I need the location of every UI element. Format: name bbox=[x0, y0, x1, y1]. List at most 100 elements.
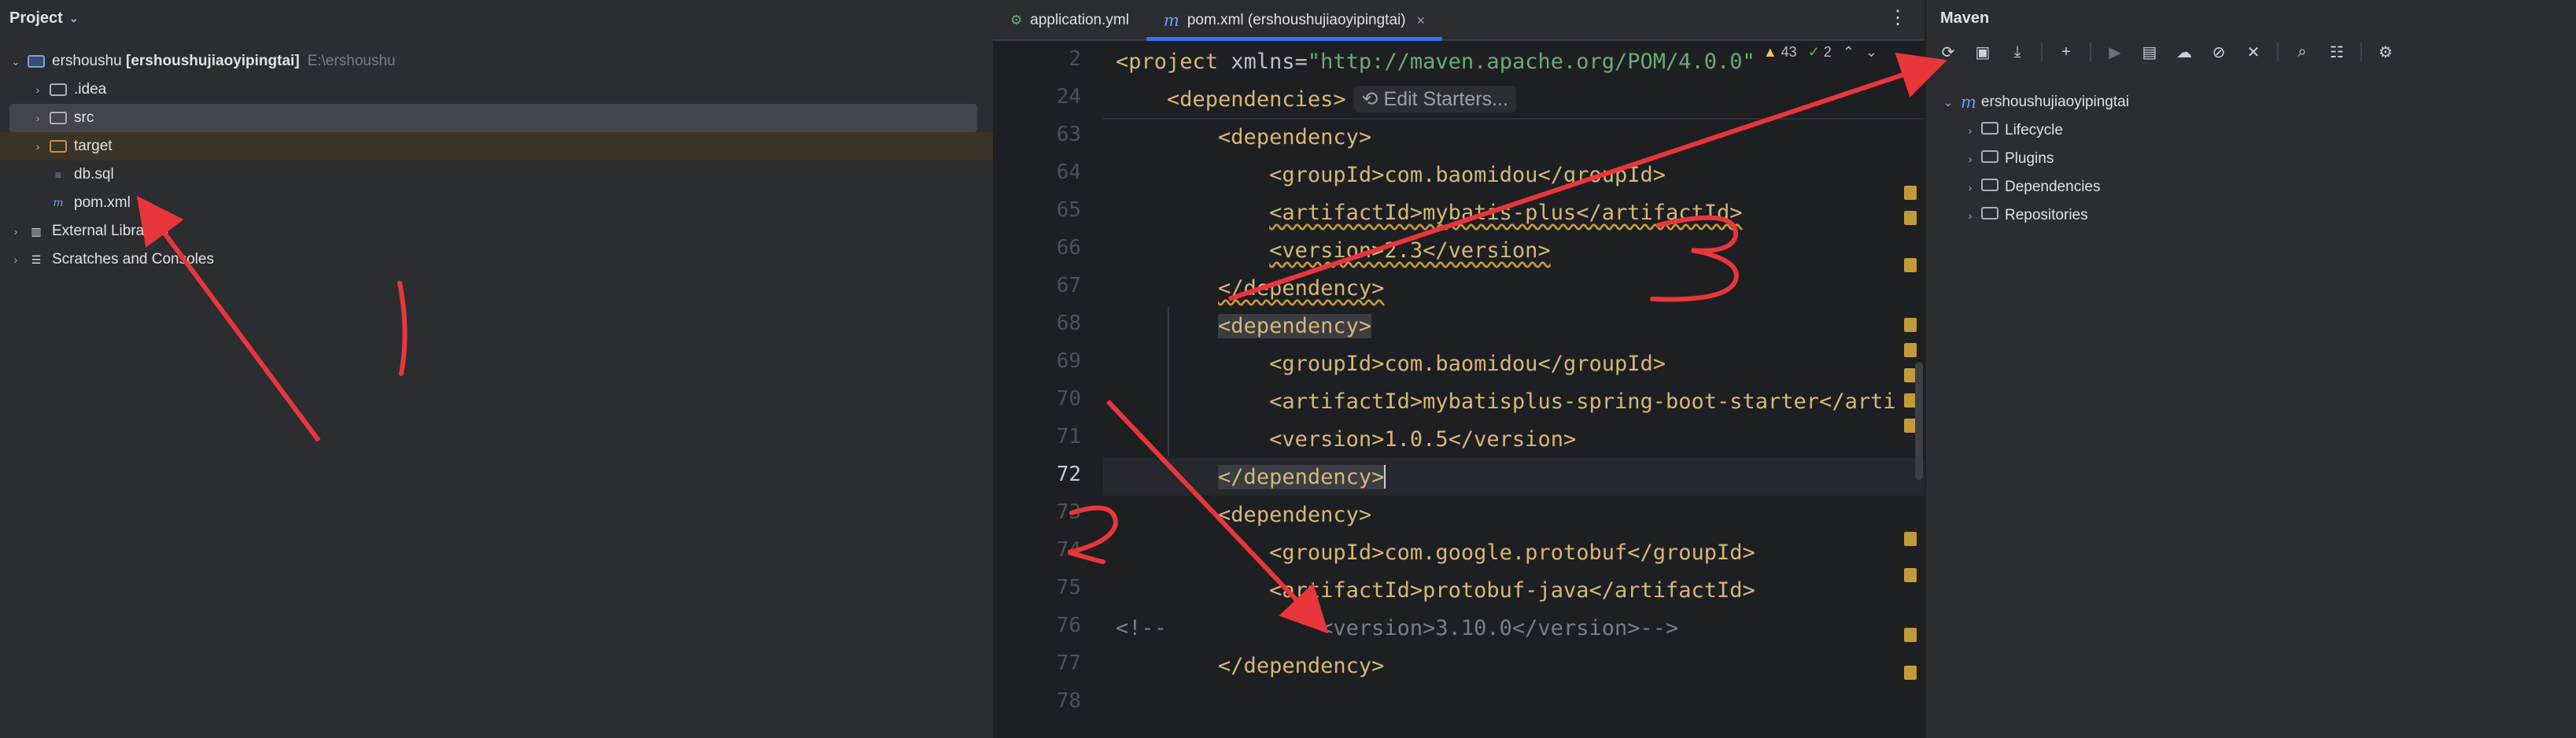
code-text: <dependency> bbox=[1218, 313, 1372, 338]
code-tag: <project bbox=[1116, 49, 1231, 74]
project-panel: Project ⌄ ⌄ ershoushu [ershoushujiaoyipi… bbox=[0, 0, 995, 738]
code-line-71[interactable]: <version>1.0.5</version> bbox=[1116, 420, 1925, 458]
code-line-63[interactable]: <dependency> bbox=[1116, 118, 1925, 156]
maven-project-icon: m bbox=[1961, 93, 1976, 112]
execute-goal-icon[interactable]: ▤ bbox=[2134, 39, 2165, 65]
warning-marker[interactable] bbox=[1904, 532, 1917, 546]
code-line-65[interactable]: <artifactId>mybatis-plus</artifactId> bbox=[1116, 194, 1925, 231]
code-text: <groupId>com.baomidou</groupId> bbox=[1269, 351, 1666, 376]
more-options-icon[interactable]: ⋮ bbox=[1888, 6, 1907, 29]
line-number: 67 bbox=[1056, 274, 1081, 297]
run-icon[interactable]: ▶ bbox=[2099, 39, 2131, 65]
tree-item-src[interactable]: › src bbox=[9, 104, 977, 132]
warning-marker[interactable] bbox=[1904, 568, 1917, 582]
maven-panel: Maven ⟳ ▣ ⤓ + ▶ ▤ ☁ ⊘ ✕ ⌕ ☷ ⚙ ⌄ m ershou… bbox=[1925, 0, 2576, 738]
maven-lifecycle[interactable]: › Lifecycle bbox=[1962, 116, 2576, 145]
tab-pom-xml[interactable]: m pom.xml (ershoushujiaoyipingtai) × bbox=[1146, 2, 1443, 41]
tree-root[interactable]: ⌄ ershoushu [ershoushujiaoyipingtai] E:\… bbox=[8, 47, 993, 76]
code-line-69[interactable]: <groupId>com.baomidou</groupId> bbox=[1116, 345, 1925, 382]
project-panel-header[interactable]: Project ⌄ bbox=[0, 0, 993, 36]
chevron-right-icon[interactable]: › bbox=[30, 140, 46, 153]
code-line-64[interactable]: <groupId>com.baomidou</groupId> bbox=[1116, 156, 1925, 194]
maven-panel-header: Maven bbox=[1926, 0, 2576, 36]
folder-icon bbox=[1981, 207, 1998, 224]
code-line-75[interactable]: <artifactId>protobuf-java</artifactId> bbox=[1116, 571, 1925, 609]
maven-panel-title: Maven bbox=[1940, 9, 1990, 27]
chevron-up-icon[interactable]: ⌃ bbox=[1843, 44, 1854, 61]
close-icon[interactable]: × bbox=[1417, 13, 1426, 29]
code-line-76[interactable]: <!-- <version>3.10.0</version>--> bbox=[1116, 609, 1925, 647]
code-text: </dependency> bbox=[1218, 464, 1385, 489]
tab-application-yml[interactable]: ⚙ application.yml bbox=[993, 2, 1146, 39]
tree-item-label: target bbox=[74, 138, 113, 154]
code-line-72[interactable]: </dependency> bbox=[1103, 458, 1925, 496]
chevron-right-icon[interactable]: › bbox=[1962, 181, 1978, 194]
chevron-right-icon[interactable]: › bbox=[30, 83, 46, 96]
chevron-down-icon[interactable]: ⌄ bbox=[8, 55, 24, 68]
maven-repositories[interactable]: › Repositories bbox=[1962, 201, 2576, 230]
code-line-77[interactable]: </dependency> bbox=[1116, 647, 1925, 684]
offline-mode-icon[interactable]: ☁ bbox=[2168, 39, 2200, 65]
maven-plugins[interactable]: › Plugins bbox=[1962, 145, 2576, 173]
generate-sources-icon[interactable]: ▣ bbox=[1967, 39, 1998, 65]
chevron-right-icon[interactable]: › bbox=[8, 225, 24, 238]
code-line-67[interactable]: </dependency> bbox=[1116, 269, 1925, 307]
tree-item-db-sql[interactable]: ≡ db.sql bbox=[46, 161, 993, 189]
add-icon[interactable]: + bbox=[2050, 39, 2082, 65]
reload-icon[interactable]: ⟳ bbox=[1932, 39, 1964, 65]
warning-marker[interactable] bbox=[1904, 666, 1917, 680]
code-line-70[interactable]: <artifactId>mybatisplus-spring-boot-star… bbox=[1116, 382, 1925, 420]
chevron-down-icon[interactable]: ⌄ bbox=[69, 12, 79, 25]
chevron-right-icon[interactable]: › bbox=[8, 253, 24, 266]
analyze-dependencies-icon[interactable]: ⌕ bbox=[2286, 39, 2318, 65]
chevron-right-icon[interactable]: › bbox=[1962, 124, 1978, 137]
code-text: <artifactId>mybatis-plus</artifactId> bbox=[1269, 200, 1743, 225]
line-gutter: 2 24 63 64 65 66 67 68 69 70 71 72 73 74… bbox=[993, 41, 1103, 738]
code-line-74[interactable]: <groupId>com.google.protobuf</groupId> bbox=[1116, 533, 1925, 571]
code-line-66[interactable]: <version>2.3</version> bbox=[1116, 231, 1925, 269]
chevron-right-icon[interactable]: › bbox=[1962, 209, 1978, 222]
warning-marker[interactable] bbox=[1904, 186, 1917, 200]
code-attr: xmlns= bbox=[1231, 49, 1308, 74]
yaml-file-icon: ⚙ bbox=[1010, 13, 1023, 28]
chevron-right-icon[interactable]: › bbox=[30, 112, 46, 124]
tree-item-pom-xml[interactable]: m pom.xml bbox=[46, 189, 993, 217]
maven-dependencies[interactable]: › Dependencies bbox=[1962, 173, 2576, 201]
sticky-line-24[interactable]: <dependencies> ⟲ Edit Starters... bbox=[1103, 80, 1925, 120]
collapse-all-icon[interactable]: ✕ bbox=[2238, 39, 2269, 65]
code-string: "http://maven.apache.org/POM/4.0.0" bbox=[1307, 49, 1755, 74]
project-panel-title: Project bbox=[9, 9, 63, 27]
code-line-68[interactable]: <dependency> bbox=[1116, 307, 1925, 345]
line-number: 74 bbox=[1056, 538, 1081, 562]
chevron-right-icon[interactable]: › bbox=[1962, 153, 1978, 165]
show-diagram-icon[interactable]: ☷ bbox=[2321, 39, 2353, 65]
warning-marker[interactable] bbox=[1904, 211, 1917, 225]
chevron-down-icon[interactable]: ⌄ bbox=[1940, 96, 1956, 109]
tree-item-scratches[interactable]: › ☰ Scratches and Consoles bbox=[8, 245, 993, 274]
inspection-widget[interactable]: ▲ 43 ✓ 2 ⌃ ⌄ bbox=[1763, 44, 1877, 61]
warning-marker[interactable] bbox=[1904, 258, 1917, 272]
editor-panel: ⚙ application.yml m pom.xml (ershoushuji… bbox=[993, 0, 1925, 738]
tree-item-idea[interactable]: › .idea bbox=[30, 76, 993, 104]
warning-marker[interactable] bbox=[1904, 343, 1917, 357]
code-line-73[interactable]: <dependency> bbox=[1116, 496, 1925, 533]
maven-root[interactable]: ⌄ m ershoushujiaoyipingtai bbox=[1940, 88, 2576, 116]
root-path: E:\ershoushu bbox=[307, 53, 396, 69]
warning-count: ▲ 43 bbox=[1763, 44, 1797, 61]
edit-starters-button[interactable]: ⟲ Edit Starters... bbox=[1353, 86, 1516, 113]
skip-tests-icon[interactable]: ⊘ bbox=[2203, 39, 2235, 65]
editor-scrollbar[interactable] bbox=[1915, 362, 1923, 480]
tree-item-target[interactable]: › target bbox=[0, 132, 993, 161]
download-icon[interactable]: ⤓ bbox=[2002, 39, 2033, 65]
tree-item-external-libraries[interactable]: › ▥ External Libraries bbox=[8, 217, 993, 245]
settings-icon[interactable]: ⚙ bbox=[2370, 39, 2401, 65]
chevron-down-icon[interactable]: ⌄ bbox=[1866, 44, 1877, 61]
maven-toolbar: ⟳ ▣ ⤓ + ▶ ▤ ☁ ⊘ ✕ ⌕ ☷ ⚙ bbox=[1926, 36, 2576, 68]
tree-item-label: pom.xml bbox=[74, 194, 131, 211]
warning-marker[interactable] bbox=[1904, 318, 1917, 332]
warning-marker[interactable] bbox=[1904, 628, 1917, 642]
